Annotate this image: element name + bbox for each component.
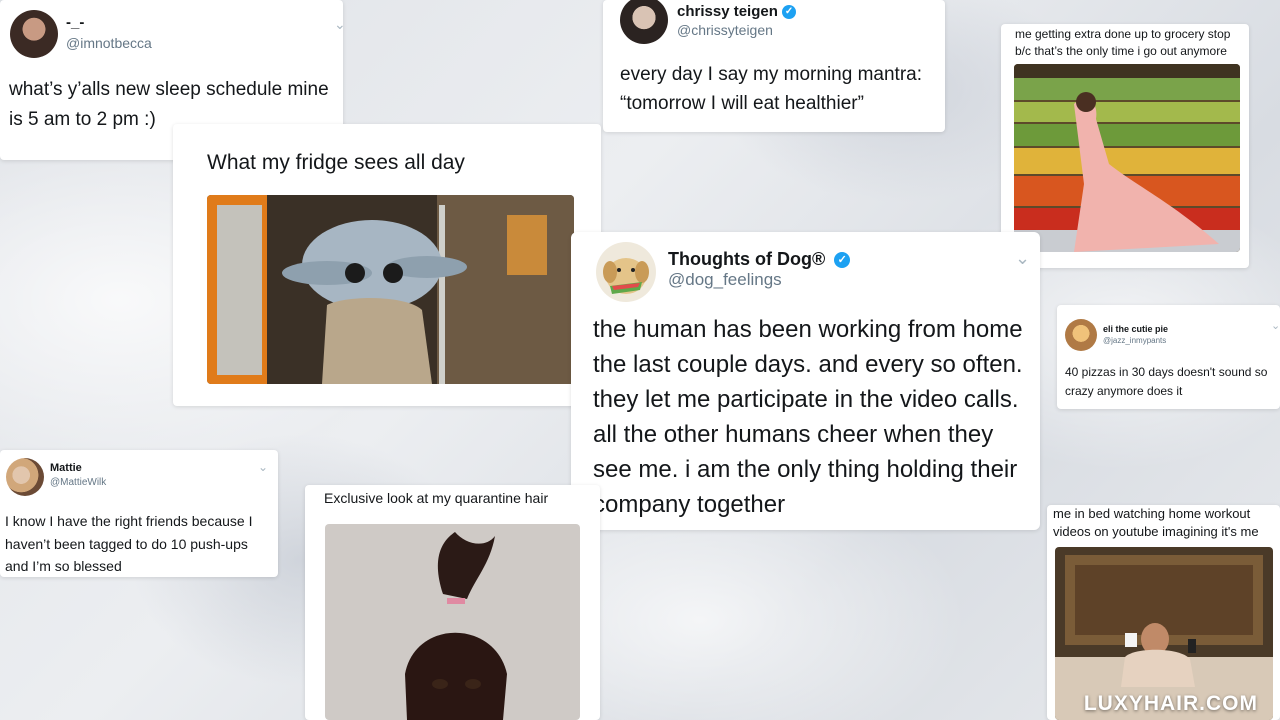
- tweet-card-quarantine-hair[interactable]: Exclusive look at my quarantine hair: [305, 485, 600, 720]
- chevron-down-icon[interactable]: ⌄: [1015, 248, 1030, 269]
- avatar[interactable]: [596, 242, 656, 302]
- fridge-scene-image: [207, 195, 574, 384]
- avatar[interactable]: [10, 10, 58, 58]
- handle[interactable]: @jazz_inmypants: [1103, 336, 1166, 345]
- display-name[interactable]: Thoughts of Dog® ✓: [668, 249, 851, 270]
- tweet-card-grocery[interactable]: me getting extra done up to grocery stop…: [1001, 24, 1249, 268]
- grocery-store-photo[interactable]: [1014, 64, 1240, 252]
- display-name[interactable]: -_-: [66, 14, 84, 31]
- doll-hair-image: [325, 524, 580, 720]
- handle[interactable]: @imnotbecca: [66, 35, 152, 51]
- handle[interactable]: @dog_feelings: [668, 270, 782, 290]
- display-name-text: chrissy teigen: [677, 3, 778, 20]
- handle[interactable]: @MattieWilk: [50, 477, 106, 488]
- tweet-caption: me getting extra done up to grocery stop…: [1015, 27, 1231, 58]
- display-name[interactable]: Mattie: [50, 462, 82, 474]
- verified-badge-icon: ✓: [782, 5, 797, 20]
- avatar[interactable]: [620, 0, 668, 44]
- tweet-card-mattiewilk[interactable]: Mattie @MattieWilk ⌄ I know I have the r…: [0, 450, 278, 577]
- chevron-down-icon[interactable]: ⌄: [334, 16, 346, 33]
- quarantine-hair-photo[interactable]: [325, 524, 580, 720]
- avatar[interactable]: [1065, 319, 1097, 351]
- dog-avatar-image: [603, 258, 649, 294]
- chevron-down-icon[interactable]: ⌄: [258, 460, 268, 474]
- tweet-text: every day I say my morning mantra: “tomo…: [620, 64, 922, 114]
- tweet-caption: me in bed watching home workout videos o…: [1053, 506, 1259, 539]
- tweet-card-jazz-inmypants[interactable]: eli the cutie pie @jazz_inmypants ⌄ 40 p…: [1057, 305, 1280, 409]
- tweet-caption: Exclusive look at my quarantine hair: [324, 490, 549, 506]
- site-watermark: LUXYHAIR.COM: [1083, 692, 1258, 715]
- avatar[interactable]: [6, 458, 44, 496]
- tweet-card-dog-feelings[interactable]: Thoughts of Dog® ✓ @dog_feelings ⌄ the h…: [571, 232, 1040, 530]
- tweet-card-home-workout[interactable]: me in bed watching home workout videos o…: [1047, 505, 1280, 720]
- tweet-text: the human has been working from home the…: [593, 316, 1023, 518]
- grocery-scene-image: [1014, 64, 1240, 252]
- display-name[interactable]: chrissy teigen ✓: [677, 3, 797, 20]
- handle[interactable]: @chrissyteigen: [677, 22, 773, 38]
- tweet-text: I know I have the right friends because …: [5, 513, 253, 574]
- verified-badge-icon: ✓: [834, 252, 851, 269]
- display-name-text: Thoughts of Dog®: [668, 249, 826, 269]
- chevron-down-icon[interactable]: ⌄: [1271, 319, 1280, 332]
- tweet-caption: What my fridge sees all day: [207, 151, 465, 174]
- tweet-card-fridge[interactable]: What my fridge sees all day: [173, 124, 601, 406]
- baby-yoda-fridge-photo[interactable]: [207, 195, 574, 384]
- tweet-text: 40 pizzas in 30 days doesn't sound so cr…: [1065, 365, 1268, 398]
- tweet-card-chrissyteigen[interactable]: chrissy teigen ✓ @chrissyteigen every da…: [603, 0, 945, 132]
- display-name[interactable]: eli the cutie pie: [1103, 324, 1168, 334]
